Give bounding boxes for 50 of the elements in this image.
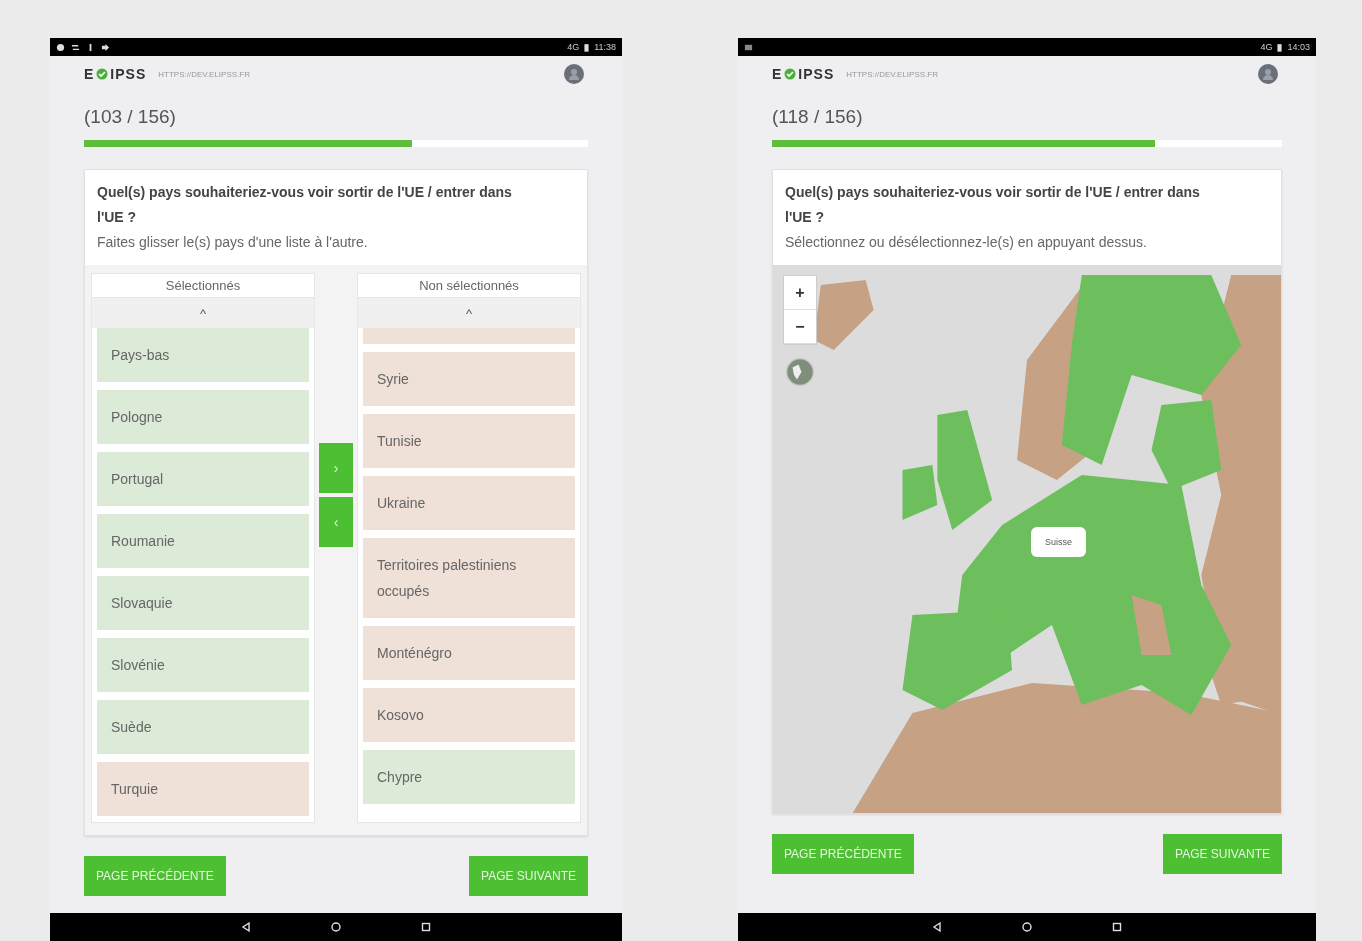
list-item[interactable]: Syrie [363, 352, 575, 406]
menu-icon [744, 42, 753, 52]
question-text: Quel(s) pays souhaiteriez-vous voir sortir de l'UE / entrer dans l'UE ? [97, 183, 513, 227]
clock-time: 11:38 [594, 42, 616, 52]
site-url: HTTPS://DEV.ELIPSS.FR [158, 69, 250, 79]
logo-text: E [772, 66, 783, 82]
globe-icon[interactable] [785, 357, 815, 387]
question-counter: (103 / 156) [84, 106, 177, 128]
list-item[interactable]: Turquie [97, 762, 309, 816]
list-item[interactable]: Portugal [97, 452, 309, 506]
logo-text: IPSS [110, 66, 147, 82]
list-item[interactable]: Ukraine [363, 476, 575, 530]
notification-icon [71, 42, 80, 52]
home-icon[interactable] [1021, 921, 1033, 933]
logo-icon [784, 68, 797, 80]
recent-apps-icon[interactable] [1111, 921, 1123, 933]
network-indicator: 4G [567, 42, 580, 52]
back-icon[interactable] [931, 921, 943, 933]
network-indicator: 4G [1260, 42, 1273, 52]
list-item[interactable]: Chypre [363, 750, 575, 804]
instruction-text: Sélectionnez ou désélectionnez-le(s) en appuyant dessus. [785, 233, 1148, 252]
list-item[interactable]: Slovénie [97, 638, 309, 692]
battery-icon [1277, 42, 1283, 52]
list-item[interactable]: Roumanie [97, 514, 309, 568]
user-icon[interactable] [564, 64, 584, 84]
list-item[interactable]: Monténégro [363, 626, 575, 680]
question-text: Quel(s) pays souhaiteriez-vous voir sortir de l'UE / entrer dans l'UE ? [785, 183, 1201, 227]
scroll-up-button[interactable]: ^ [92, 298, 314, 328]
list-item[interactable]: Territoires palestiniens occupés [363, 538, 575, 618]
site-url: HTTPS://DEV.ELIPSS.FR [846, 69, 938, 79]
question-counter: (118 / 156) [772, 106, 864, 128]
home-icon[interactable] [330, 921, 342, 933]
logo-text: IPSS [798, 66, 835, 82]
user-icon[interactable] [1258, 64, 1278, 84]
list-item[interactable]: Pays-bas [97, 328, 309, 382]
map-tooltip: Suisse [1031, 527, 1086, 557]
scroll-up-button[interactable]: ^ [358, 298, 580, 328]
clock-time: 14:03 [1287, 42, 1310, 52]
back-icon[interactable] [240, 921, 252, 933]
list-item[interactable]: Tunisie [363, 414, 575, 468]
logo-icon [96, 68, 109, 80]
list-item[interactable]: Suède [97, 700, 309, 754]
logo-text: E [84, 66, 95, 82]
list-item[interactable]: Slovaquie [97, 576, 309, 630]
notification-icon [56, 42, 65, 52]
recent-apps-icon[interactable] [420, 921, 432, 933]
battery-icon [584, 42, 590, 52]
list-item[interactable]: Kosovo [363, 688, 575, 742]
instruction-text: Faites glisser le(s) pays d'une liste à l'autre. [97, 233, 369, 252]
list-item[interactable]: Pologne [97, 390, 309, 444]
